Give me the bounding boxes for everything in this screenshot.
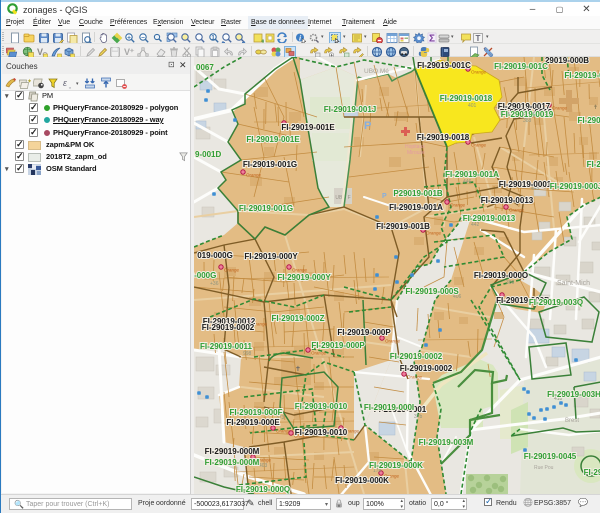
svg-text:29019-000B: 29019-000B xyxy=(545,57,589,65)
svg-text:✦: ✦ xyxy=(129,47,135,55)
svg-text:FI-29019-003M: FI-29019-003M xyxy=(419,438,474,447)
svg-text:FI-29019-0002: FI-29019-0002 xyxy=(202,323,255,332)
svg-text:FI-29019-0018: FI-29019-0018 xyxy=(440,94,493,103)
svg-text:446: 446 xyxy=(463,179,472,185)
svg-text:FI-29019-0010: FI-29019-0010 xyxy=(295,402,348,411)
svg-text:FI-29019-0045: FI-29019-0045 xyxy=(524,452,577,461)
svg-text:FI-29019-001G: FI-29019-001G xyxy=(239,204,293,213)
svg-text:FI-29019-0: FI-29019-0 xyxy=(564,71,600,80)
svg-text:FI-29019-001B: FI-29019-001B xyxy=(376,222,430,231)
svg-text:Orange: Orange xyxy=(426,231,442,236)
svg-text:✝: ✝ xyxy=(295,365,301,373)
svg-text:FI-29019-001C: FI-29019-001C xyxy=(494,62,548,71)
svg-text:306: 306 xyxy=(506,280,515,286)
svg-text:✝: ✝ xyxy=(593,104,598,111)
svg-text:FI-29019-000Z: FI-29019-000Z xyxy=(272,314,325,323)
svg-text:9-001D: 9-001D xyxy=(195,150,221,159)
svg-text:Orange: Orange xyxy=(385,339,401,344)
svg-text:Orange: Orange xyxy=(471,143,487,148)
svg-text:37b: 37b xyxy=(414,414,423,420)
svg-text:401: 401 xyxy=(468,103,477,109)
svg-text:FI-29019-000S: FI-29019-000S xyxy=(405,287,459,296)
svg-text:FI-29019-000Y: FI-29019-000Y xyxy=(277,273,331,282)
svg-text:FI-29019-0018: FI-29019-0018 xyxy=(417,133,470,142)
svg-text:P: P xyxy=(364,120,371,132)
svg-text:FI-29019-000M: FI-29019-000M xyxy=(205,447,260,456)
svg-text:FI-29019-0002: FI-29019-0002 xyxy=(400,364,453,373)
svg-text:P29019-001B: P29019-001B xyxy=(393,189,443,198)
svg-text:FI-29019-000K: FI-29019-000K xyxy=(369,461,423,470)
svg-text:FI-29: FI-29 xyxy=(587,160,600,169)
svg-text:FI-29019-0010: FI-29019-0010 xyxy=(295,428,348,437)
svg-text:FI-29019-001E: FI-29019-001E xyxy=(281,123,335,132)
svg-text:998: 998 xyxy=(243,351,252,357)
svg-text:Orange: Orange xyxy=(450,203,466,208)
svg-text:Orange: Orange xyxy=(292,268,308,273)
svg-text:FI-29019-000O: FI-29019-000O xyxy=(474,271,528,280)
svg-text:FI-29019-001E: FI-29019-001E xyxy=(246,135,300,144)
svg-text:−: − xyxy=(141,34,145,41)
svg-text:Orange: Orange xyxy=(552,106,568,111)
svg-text:Mirouze: Mirouze xyxy=(407,150,425,156)
svg-text:,,: ,, xyxy=(69,84,72,89)
svg-text:FI-29019-000M: FI-29019-000M xyxy=(205,458,260,467)
svg-text:FI-290: FI-290 xyxy=(577,116,600,125)
svg-text:Brest: Brest xyxy=(565,418,579,424)
svg-text:FI-29019-0019: FI-29019-0019 xyxy=(501,110,554,119)
svg-text:Saint-Mich: Saint-Mich xyxy=(557,280,590,287)
svg-text:403: 403 xyxy=(259,463,268,469)
svg-text:FI-29019-000P: FI-29019-000P xyxy=(311,341,365,350)
svg-text:Orange: Orange xyxy=(509,208,525,213)
svg-text:FI-29019-001G: FI-29019-001G xyxy=(243,160,297,169)
svg-text:Rue Pou: Rue Pou xyxy=(534,465,554,471)
svg-text:FI-29019-003H: FI-29019-003H xyxy=(547,390,600,399)
svg-text:FI-29019-001A: FI-29019-001A xyxy=(389,203,443,212)
svg-text:FI-29019-000E: FI-29019-000E xyxy=(226,418,280,427)
svg-text:FI-29019-000I: FI-29019-000I xyxy=(364,403,414,412)
svg-text:FI-29019-000K: FI-29019-000K xyxy=(335,476,389,485)
svg-text:✦: ✦ xyxy=(27,78,31,85)
svg-text:FI-29019-0013: FI-29019-0013 xyxy=(463,214,516,223)
svg-text:FI-29019-000J: FI-29019-000J xyxy=(550,182,600,191)
svg-text:FI-29: FI-29 xyxy=(584,468,600,477)
svg-text:V: V xyxy=(37,47,43,57)
svg-text:+36: +36 xyxy=(210,281,219,287)
svg-text:FI-29019-0011: FI-29019-0011 xyxy=(200,342,253,351)
svg-text:T: T xyxy=(476,34,481,43)
svg-text:FI-29019-0013: FI-29019-0013 xyxy=(481,196,534,205)
svg-text:FI-29019-001J: FI-29019-001J xyxy=(324,105,376,114)
svg-text:FI-29019-003Q: FI-29019-003Q xyxy=(529,298,583,307)
svg-text:FI-29019-000Y: FI-29019-000Y xyxy=(244,252,298,261)
svg-text:019-000G: 019-000G xyxy=(197,251,233,260)
svg-text:FI-29019-0002: FI-29019-0002 xyxy=(390,352,443,361)
svg-text:FI-29019-000Q: FI-29019-000Q xyxy=(236,485,290,494)
svg-text:Orange: Orange xyxy=(471,70,487,75)
svg-text:+: + xyxy=(127,34,131,41)
svg-text:UBO Mé: UBO Mé xyxy=(364,68,389,75)
svg-text:9-000G: 9-000G xyxy=(194,271,216,280)
svg-text:0067: 0067 xyxy=(196,63,214,72)
svg-text:Orange: Orange xyxy=(246,173,262,178)
svg-text:ε: ε xyxy=(63,78,68,88)
svg-text:Orange: Orange xyxy=(407,375,423,380)
svg-text:Orange: Orange xyxy=(311,351,327,356)
svg-text:FI-29019-001C: FI-29019-001C xyxy=(417,61,471,70)
svg-text:FI-29019-001A: FI-29019-001A xyxy=(445,170,499,179)
svg-text:1: 1 xyxy=(211,34,215,41)
svg-text:FI-29019-000P: FI-29019-000P xyxy=(337,328,391,337)
svg-text:P: P xyxy=(382,193,387,200)
svg-text:FI-29019-000F: FI-29019-000F xyxy=(230,408,283,417)
svg-text:Orange: Orange xyxy=(224,268,240,273)
svg-text:FI-29019-0001: FI-29019-0001 xyxy=(499,180,552,189)
